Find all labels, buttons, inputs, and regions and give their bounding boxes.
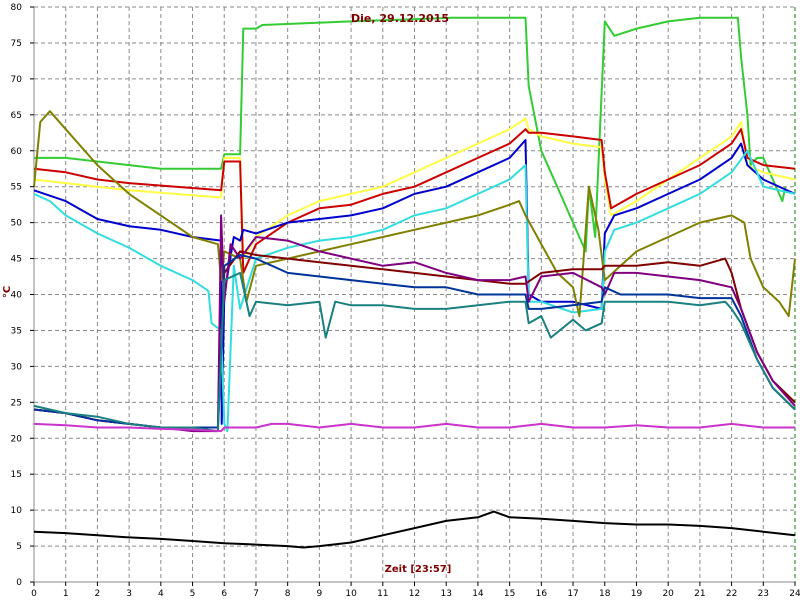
y-tick-label: 55	[11, 183, 22, 193]
x-tick-label: 3	[126, 589, 132, 599]
y-tick-label: 70	[11, 75, 23, 85]
x-tick-label: 8	[285, 589, 291, 599]
x-tick-label: 5	[190, 589, 196, 599]
y-tick-label: 10	[11, 506, 23, 516]
y-tick-label: 15	[11, 470, 22, 480]
x-tick-label: 21	[694, 589, 705, 599]
x-tick-label: 6	[221, 589, 227, 599]
x-tick-label: 10	[345, 589, 357, 599]
x-tick-label: 0	[31, 589, 37, 599]
y-tick-label: 50	[11, 219, 23, 229]
x-tick-label: 24	[789, 589, 800, 599]
y-tick-label: 60	[11, 147, 23, 157]
y-tick-label: 0	[16, 578, 22, 588]
x-tick-label: 12	[409, 589, 420, 599]
x-tick-label: 15	[504, 589, 515, 599]
y-tick-label: 30	[11, 362, 23, 372]
y-tick-label: 75	[11, 39, 22, 49]
x-tick-label: 22	[726, 589, 737, 599]
x-tick-label: 11	[377, 589, 388, 599]
chart-title: Die, 29.12.2015	[351, 12, 449, 25]
x-tick-label: 1	[63, 589, 69, 599]
x-tick-label: 9	[317, 589, 323, 599]
x-tick-label: 13	[440, 589, 451, 599]
x-axis-label: Zeit [23:57]	[385, 564, 452, 575]
x-tick-label: 14	[472, 589, 484, 599]
chart-container: 0 1 2 3 4 5 6 7 8 9 10 11 12 13 14 15 16 17 18 19 20 21 22 23 24…	[0, 0, 800, 600]
y-tick-label: 20	[11, 434, 23, 444]
x-tick-label: 4	[158, 589, 164, 599]
x-tick-label: 2	[95, 589, 101, 599]
x-tick-label: 17	[567, 589, 578, 599]
x-tick-label: 20	[662, 589, 674, 599]
y-tick-label: 80	[11, 3, 23, 13]
y-axis-label: °C	[2, 286, 13, 298]
x-tick-label: 18	[599, 589, 611, 599]
grid	[33, 6, 796, 583]
y-tick-label: 45	[11, 255, 22, 265]
x-tick-label: 23	[758, 589, 769, 599]
x-tick-label: 7	[253, 589, 259, 599]
x-tick-label: 19	[631, 589, 643, 599]
y-tick-label: 5	[16, 542, 22, 552]
y-tick-label: 25	[11, 398, 22, 408]
x-tick-label: 16	[536, 589, 548, 599]
y-tick-label: 65	[11, 111, 22, 121]
series-line	[34, 16, 787, 253]
y-tick-label: 35	[11, 326, 22, 336]
temperature-chart: 0 1 2 3 4 5 6 7 8 9 10 11 12 13 14 15 16 17 18 19 20 21 22 23 24…	[2, 3, 800, 599]
